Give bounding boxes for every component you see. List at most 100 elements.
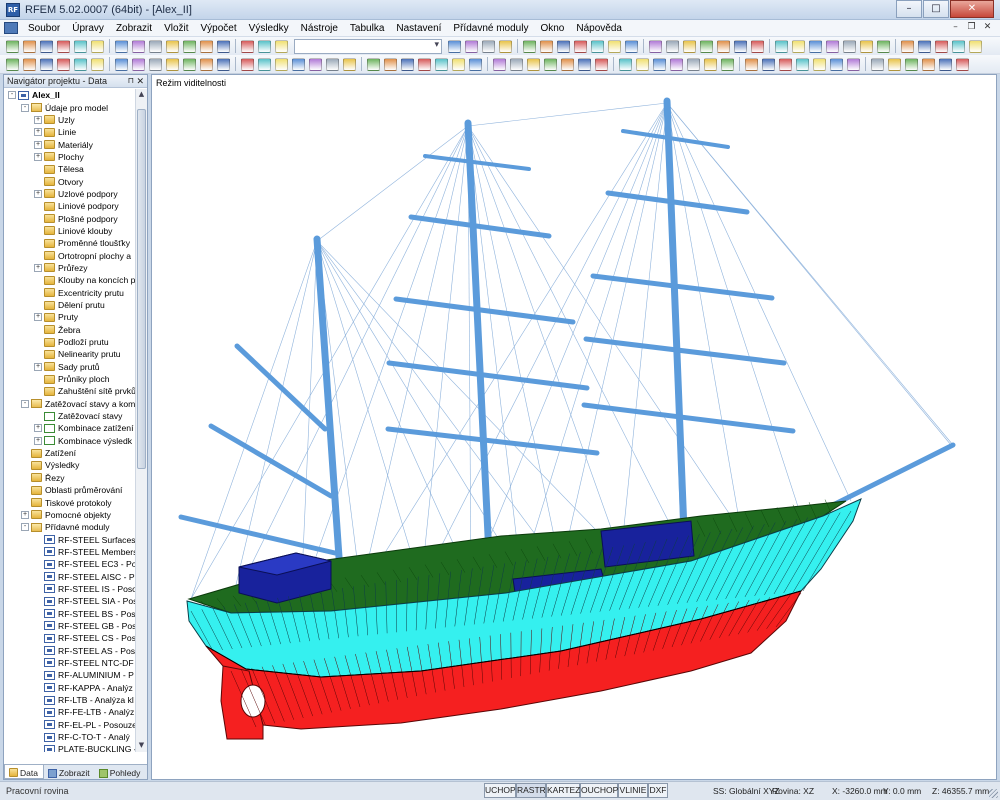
tree-item[interactable]: + Linie — [4, 126, 137, 138]
toolbar-tool-icon[interactable] — [241, 57, 254, 71]
toolbar-tool-icon[interactable] — [751, 39, 764, 53]
toolbar-tool-icon[interactable] — [762, 57, 775, 71]
toolbar-tool-icon[interactable] — [523, 39, 536, 53]
collapse-icon[interactable]: - — [21, 103, 29, 112]
tree-item[interactable]: RF-KAPPA - Analýz — [4, 682, 137, 694]
menu-item[interactable]: Nástroje — [295, 23, 344, 34]
snap-button[interactable]: UCHOP — [484, 783, 516, 798]
tree-item[interactable]: Klouby na koncích p — [4, 274, 137, 286]
toolbar-tool-icon[interactable] — [704, 57, 717, 71]
toolbar-tool-icon[interactable] — [418, 57, 431, 71]
expand-icon[interactable]: + — [34, 152, 42, 161]
tree-item[interactable]: Tiskové protokoly — [4, 496, 137, 508]
menu-item[interactable]: Výsledky — [243, 23, 295, 34]
document-icon[interactable] — [4, 22, 18, 34]
tree-item[interactable]: Oblasti průměrování — [4, 484, 137, 496]
toolbar-tool-icon[interactable] — [326, 57, 339, 71]
scroll-thumb[interactable] — [137, 109, 146, 469]
tree-item[interactable]: RF-STEEL IS - Posou — [4, 583, 137, 595]
toolbar-tool-icon[interactable] — [132, 39, 145, 53]
toolbar-tool-icon[interactable] — [493, 57, 506, 71]
toolbar-tool-icon[interactable] — [901, 39, 914, 53]
rfem-app-icon[interactable]: RF — [6, 2, 20, 17]
toolbar-tool-icon[interactable] — [275, 39, 288, 53]
tree-item[interactable]: + Pruty — [4, 311, 137, 323]
toolbar-tool-icon[interactable] — [435, 57, 448, 71]
toolbar-tool-icon[interactable] — [469, 57, 482, 71]
toolbar-tool-icon[interactable] — [115, 57, 128, 71]
toolbar-tool-icon[interactable] — [6, 39, 19, 53]
tree-item[interactable]: RF-STEEL NTC-DF - — [4, 657, 137, 669]
toolbar-tool-icon[interactable] — [636, 57, 649, 71]
collapse-icon[interactable]: - — [21, 523, 29, 532]
toolbar-tool-icon[interactable] — [734, 39, 747, 53]
tab-pohledy[interactable]: Pohledy — [95, 765, 146, 779]
toolbar-tool-icon[interactable] — [877, 39, 890, 53]
toolbar-tool-icon[interactable] — [666, 39, 679, 53]
toolbar-tool-icon[interactable] — [745, 57, 758, 71]
toolbar-tool-icon[interactable] — [792, 39, 805, 53]
toolbar-tool-icon[interactable] — [649, 39, 662, 53]
toolbar-tool-icon[interactable] — [217, 39, 230, 53]
menu-item[interactable]: Tabulka — [344, 23, 390, 34]
toolbar-tool-icon[interactable] — [343, 57, 356, 71]
tree-item[interactable]: + Uzlové podpory — [4, 188, 137, 200]
menu-item[interactable]: Úpravy — [66, 23, 110, 34]
toolbar-combobox[interactable] — [294, 38, 442, 54]
expand-icon[interactable]: + — [34, 115, 42, 124]
toolbar-tool-icon[interactable] — [721, 57, 734, 71]
toolbar-tool-icon[interactable] — [40, 57, 53, 71]
toolbar-tool-icon[interactable] — [956, 57, 969, 71]
expand-icon[interactable]: + — [34, 189, 42, 198]
dxf-button[interactable]: DXF — [648, 783, 668, 798]
maximize-button[interactable]: □ — [923, 0, 949, 18]
toolbar-tool-icon[interactable] — [561, 57, 574, 71]
toolbar-tool-icon[interactable] — [625, 39, 638, 53]
toolbar-tool-icon[interactable] — [847, 57, 860, 71]
object-snap-button[interactable]: OUCHOP — [580, 783, 618, 798]
toolbar-tool-icon[interactable] — [775, 39, 788, 53]
navigator-scrollbar[interactable]: ▲ ▼ — [135, 89, 147, 752]
toolbar-tool-icon[interactable] — [149, 57, 162, 71]
tree-item[interactable]: + Pomocné objekty — [4, 509, 137, 521]
toolbar-tool-icon[interactable] — [969, 39, 982, 53]
toolbar-tool-icon[interactable] — [200, 39, 213, 53]
toolbar-tool-icon[interactable] — [91, 39, 104, 53]
collapse-icon[interactable]: - — [21, 399, 29, 408]
ship-model[interactable] — [152, 75, 997, 780]
tree-item[interactable]: RF-C-TO-T - Analý — [4, 731, 137, 743]
tree-item[interactable]: Plošné podpory — [4, 212, 137, 224]
tree-item[interactable]: RF-ALUMINIUM - P — [4, 669, 137, 681]
tree-item[interactable]: RF-STEEL SIA - Pos — [4, 595, 137, 607]
tree-item[interactable]: RF-EL-PL - Posouze — [4, 719, 137, 731]
toolbar-tool-icon[interactable] — [115, 39, 128, 53]
toolbar-tool-icon[interactable] — [779, 57, 792, 71]
toolbar-tool-icon[interactable] — [6, 57, 19, 71]
tree-item[interactable]: Tělesa — [4, 163, 137, 175]
toolbar-tool-icon[interactable] — [683, 39, 696, 53]
toolbar-tool-icon[interactable] — [401, 57, 414, 71]
expand-icon[interactable]: + — [34, 362, 42, 371]
toolbar-tool-icon[interactable] — [813, 57, 826, 71]
tree-item[interactable]: Otvory — [4, 175, 137, 187]
expand-icon[interactable]: + — [34, 313, 42, 322]
toolbar-tool-icon[interactable] — [922, 57, 935, 71]
toolbar-tool-icon[interactable] — [544, 57, 557, 71]
toolbar-tool-icon[interactable] — [578, 57, 591, 71]
toolbar-tool-icon[interactable] — [241, 39, 254, 53]
tree-item[interactable]: Zatěžovací stavy — [4, 410, 137, 422]
tree-item[interactable]: Dělení prutu — [4, 299, 137, 311]
toolbar-tool-icon[interactable] — [183, 39, 196, 53]
toolbar-tool-icon[interactable] — [687, 57, 700, 71]
minimize-button[interactable]: – — [896, 0, 922, 18]
mdi-close-icon[interactable]: ✕ — [981, 22, 994, 34]
menu-item[interactable]: Výpočet — [195, 23, 243, 34]
toolbar-tool-icon[interactable] — [132, 57, 145, 71]
pin-icon[interactable]: ⊓ — [128, 75, 134, 87]
tree-item[interactable]: RF-STEEL AISC - Po — [4, 570, 137, 582]
toolbar-tool-icon[interactable] — [510, 57, 523, 71]
toolbar-tool-icon[interactable] — [700, 39, 713, 53]
collapse-icon[interactable]: - — [8, 91, 16, 100]
menu-item[interactable]: Nastavení — [390, 23, 447, 34]
toolbar-tool-icon[interactable] — [23, 57, 36, 71]
